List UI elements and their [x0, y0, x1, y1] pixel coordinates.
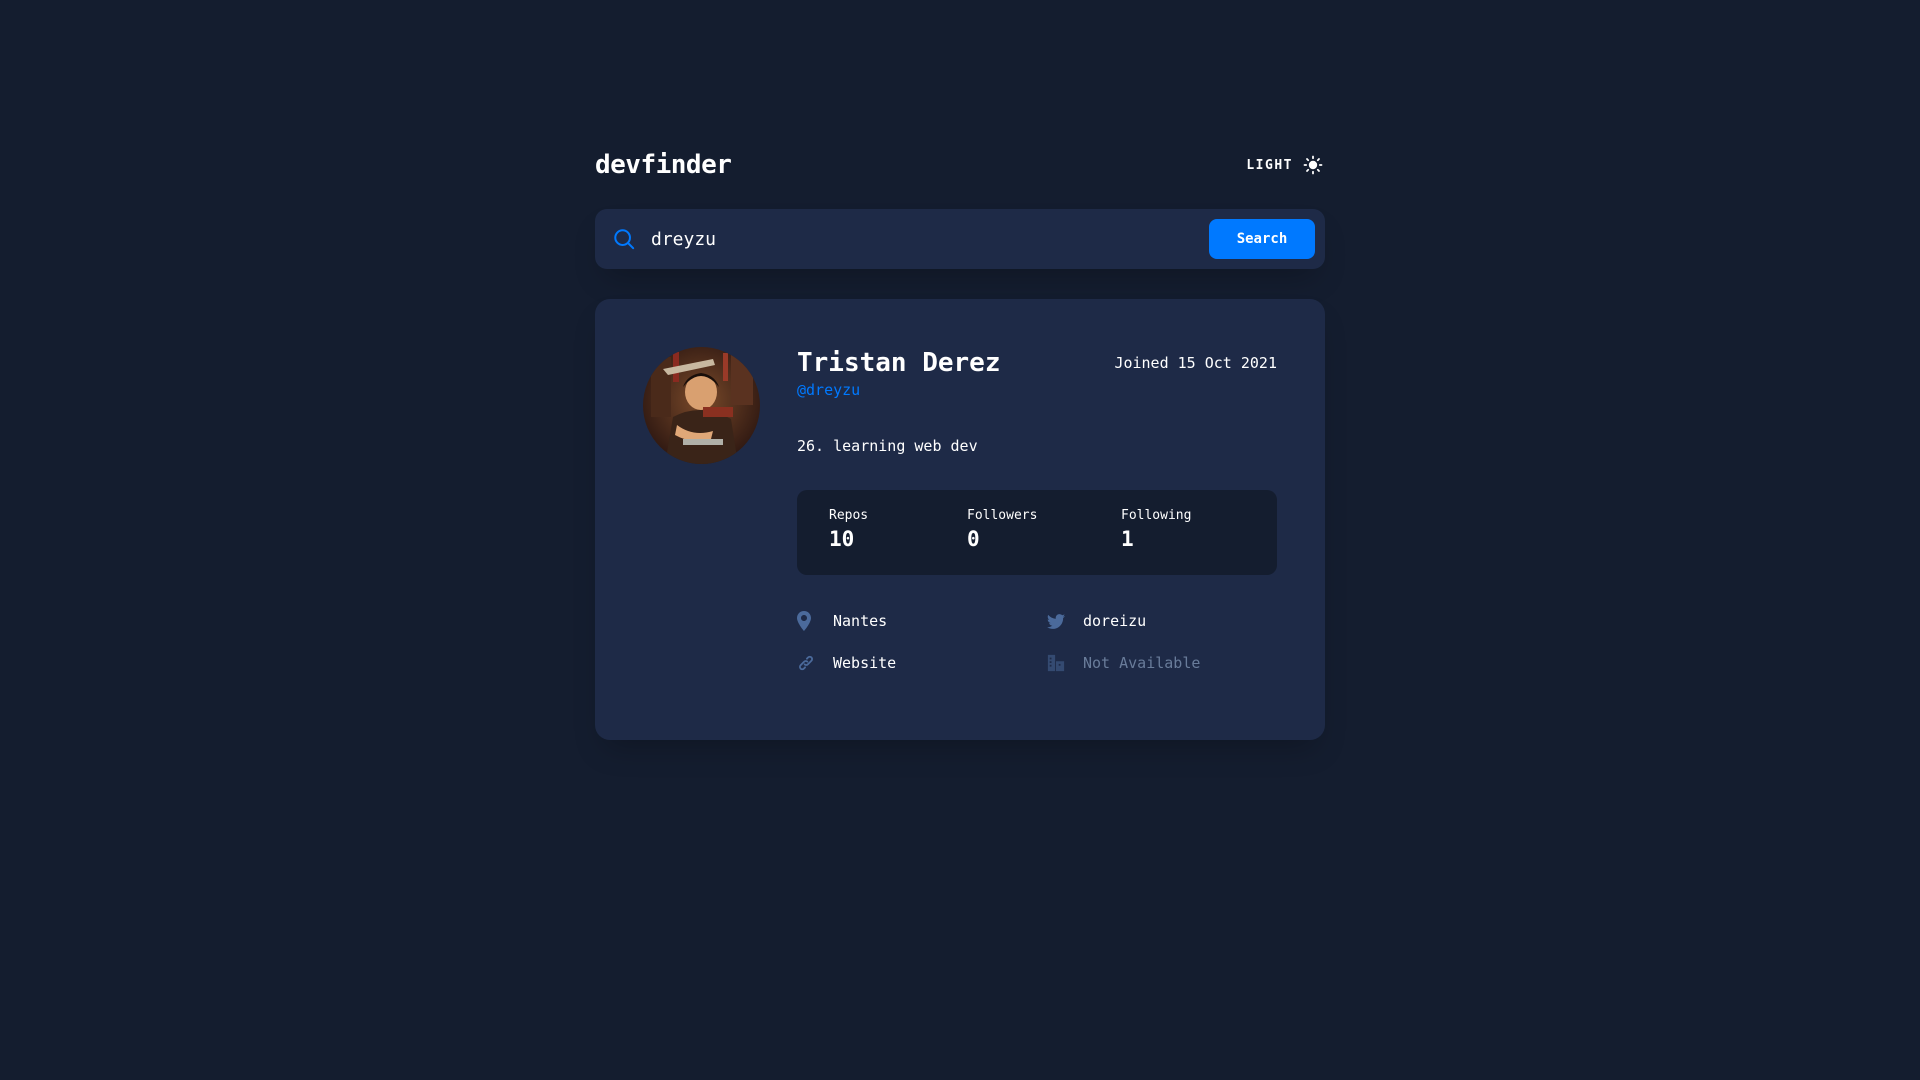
- search-bar: Search: [595, 209, 1325, 269]
- website-item[interactable]: Website: [797, 653, 1047, 673]
- app-logo: devfinder: [595, 150, 732, 180]
- twitter-item[interactable]: doreizu: [1047, 611, 1277, 631]
- header: devfinder LIGHT: [595, 140, 1325, 190]
- profile-card: Tristan Derez Joined 15 Oct 2021 @dreyzu…: [595, 299, 1325, 740]
- stat-repos: Repos 10: [829, 508, 967, 575]
- theme-toggle-button[interactable]: LIGHT: [1246, 155, 1323, 175]
- stat-label: Following: [1121, 508, 1192, 523]
- stat-following: Following 1: [1121, 508, 1191, 575]
- twitter-text: doreizu: [1083, 612, 1147, 630]
- profile-links: Nantes doreizu Website Not Available: [797, 611, 1277, 673]
- stat-value: 10: [829, 527, 855, 551]
- profile-login-link[interactable]: @dreyzu: [797, 381, 860, 399]
- website-link[interactable]: Website: [833, 654, 896, 672]
- name-row: Tristan Derez Joined 15 Oct 2021: [797, 347, 1277, 379]
- location-pin-icon: [797, 611, 817, 631]
- stat-label: Followers: [967, 508, 1038, 523]
- building-icon: [1047, 653, 1067, 673]
- profile-details: Tristan Derez Joined 15 Oct 2021 @dreyzu…: [797, 347, 1277, 673]
- link-icon: [797, 653, 817, 673]
- search-icon: [613, 228, 635, 250]
- stat-label: Repos: [829, 508, 869, 523]
- company-item: Not Available: [1047, 653, 1277, 673]
- stat-followers: Followers 0: [967, 508, 1121, 575]
- location-text: Nantes: [833, 612, 888, 630]
- avatar: [643, 347, 760, 464]
- profile-bio: 26. learning web dev: [797, 437, 978, 455]
- stat-value: 0: [967, 527, 980, 551]
- stats-panel: Repos 10 Followers 0 Following 1: [797, 490, 1277, 575]
- location-item: Nantes: [797, 611, 1047, 631]
- stat-value: 1: [1121, 527, 1134, 551]
- theme-toggle-label: LIGHT: [1246, 157, 1293, 173]
- app-container: devfinder LIGHT dreyzu Search Tristan De…: [595, 140, 1325, 740]
- twitter-icon: [1047, 611, 1067, 631]
- search-button[interactable]: Search: [1209, 219, 1315, 259]
- joined-date: Joined 15 Oct 2021: [1114, 354, 1277, 372]
- sun-icon: [1303, 155, 1323, 175]
- profile-name: Tristan Derez: [797, 348, 1001, 378]
- search-input[interactable]: [651, 228, 1209, 250]
- company-text: Not Available: [1083, 654, 1201, 672]
